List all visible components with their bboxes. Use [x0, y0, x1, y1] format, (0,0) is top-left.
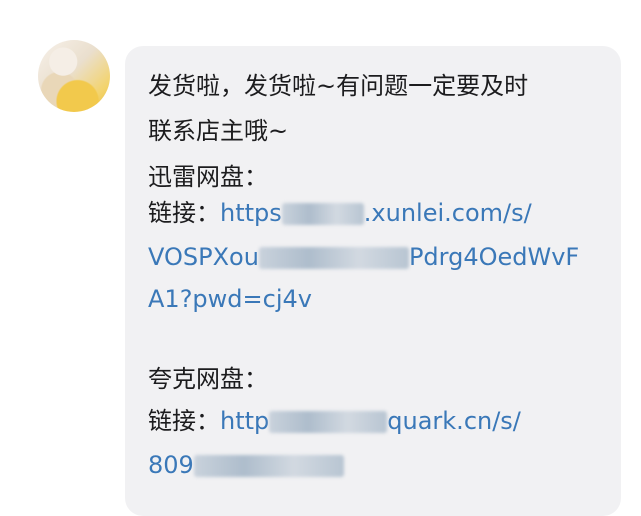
xunlei-link-line2-part-1[interactable]: VOSPXou	[148, 243, 259, 271]
quark-link-label: 链接：	[148, 407, 220, 435]
xunlei-title: 迅雷网盘：	[148, 163, 268, 191]
xunlei-link-line2-part-2[interactable]: Pdrg4OedWvF	[409, 243, 579, 271]
xunlei-link-line-3[interactable]: A1?pwd=cj4v	[148, 282, 312, 316]
quark-title: 夸克网盘：	[148, 365, 268, 393]
message-line-2: 联系店主哦~	[148, 117, 289, 145]
xunlei-link-line-2[interactable]: VOSPXou Pdrg4OedWvF	[148, 240, 579, 274]
redacted-region	[281, 203, 364, 225]
xunlei-link-label: 链接：	[148, 199, 220, 227]
quark-link-part-1[interactable]: http	[220, 407, 269, 435]
xunlei-link-part-1[interactable]: https	[220, 199, 282, 227]
quark-link-line2-text[interactable]: 809	[148, 451, 194, 479]
sender-avatar[interactable]	[38, 40, 110, 112]
redacted-region	[193, 455, 344, 477]
redacted-region	[258, 247, 409, 269]
redacted-region	[269, 411, 388, 433]
quark-link-part-2[interactable]: quark.cn/s/	[387, 407, 521, 435]
message-line-1: 发货啦，发货啦~有问题一定要及时	[148, 72, 529, 100]
quark-link-line-1[interactable]: 链接：http quark.cn/s/	[148, 404, 521, 438]
xunlei-link-part-2[interactable]: .xunlei.com/s/	[364, 199, 532, 227]
xunlei-link-line-1[interactable]: 链接：https .xunlei.com/s/	[148, 196, 532, 230]
quark-link-line-2[interactable]: 809	[148, 448, 344, 482]
